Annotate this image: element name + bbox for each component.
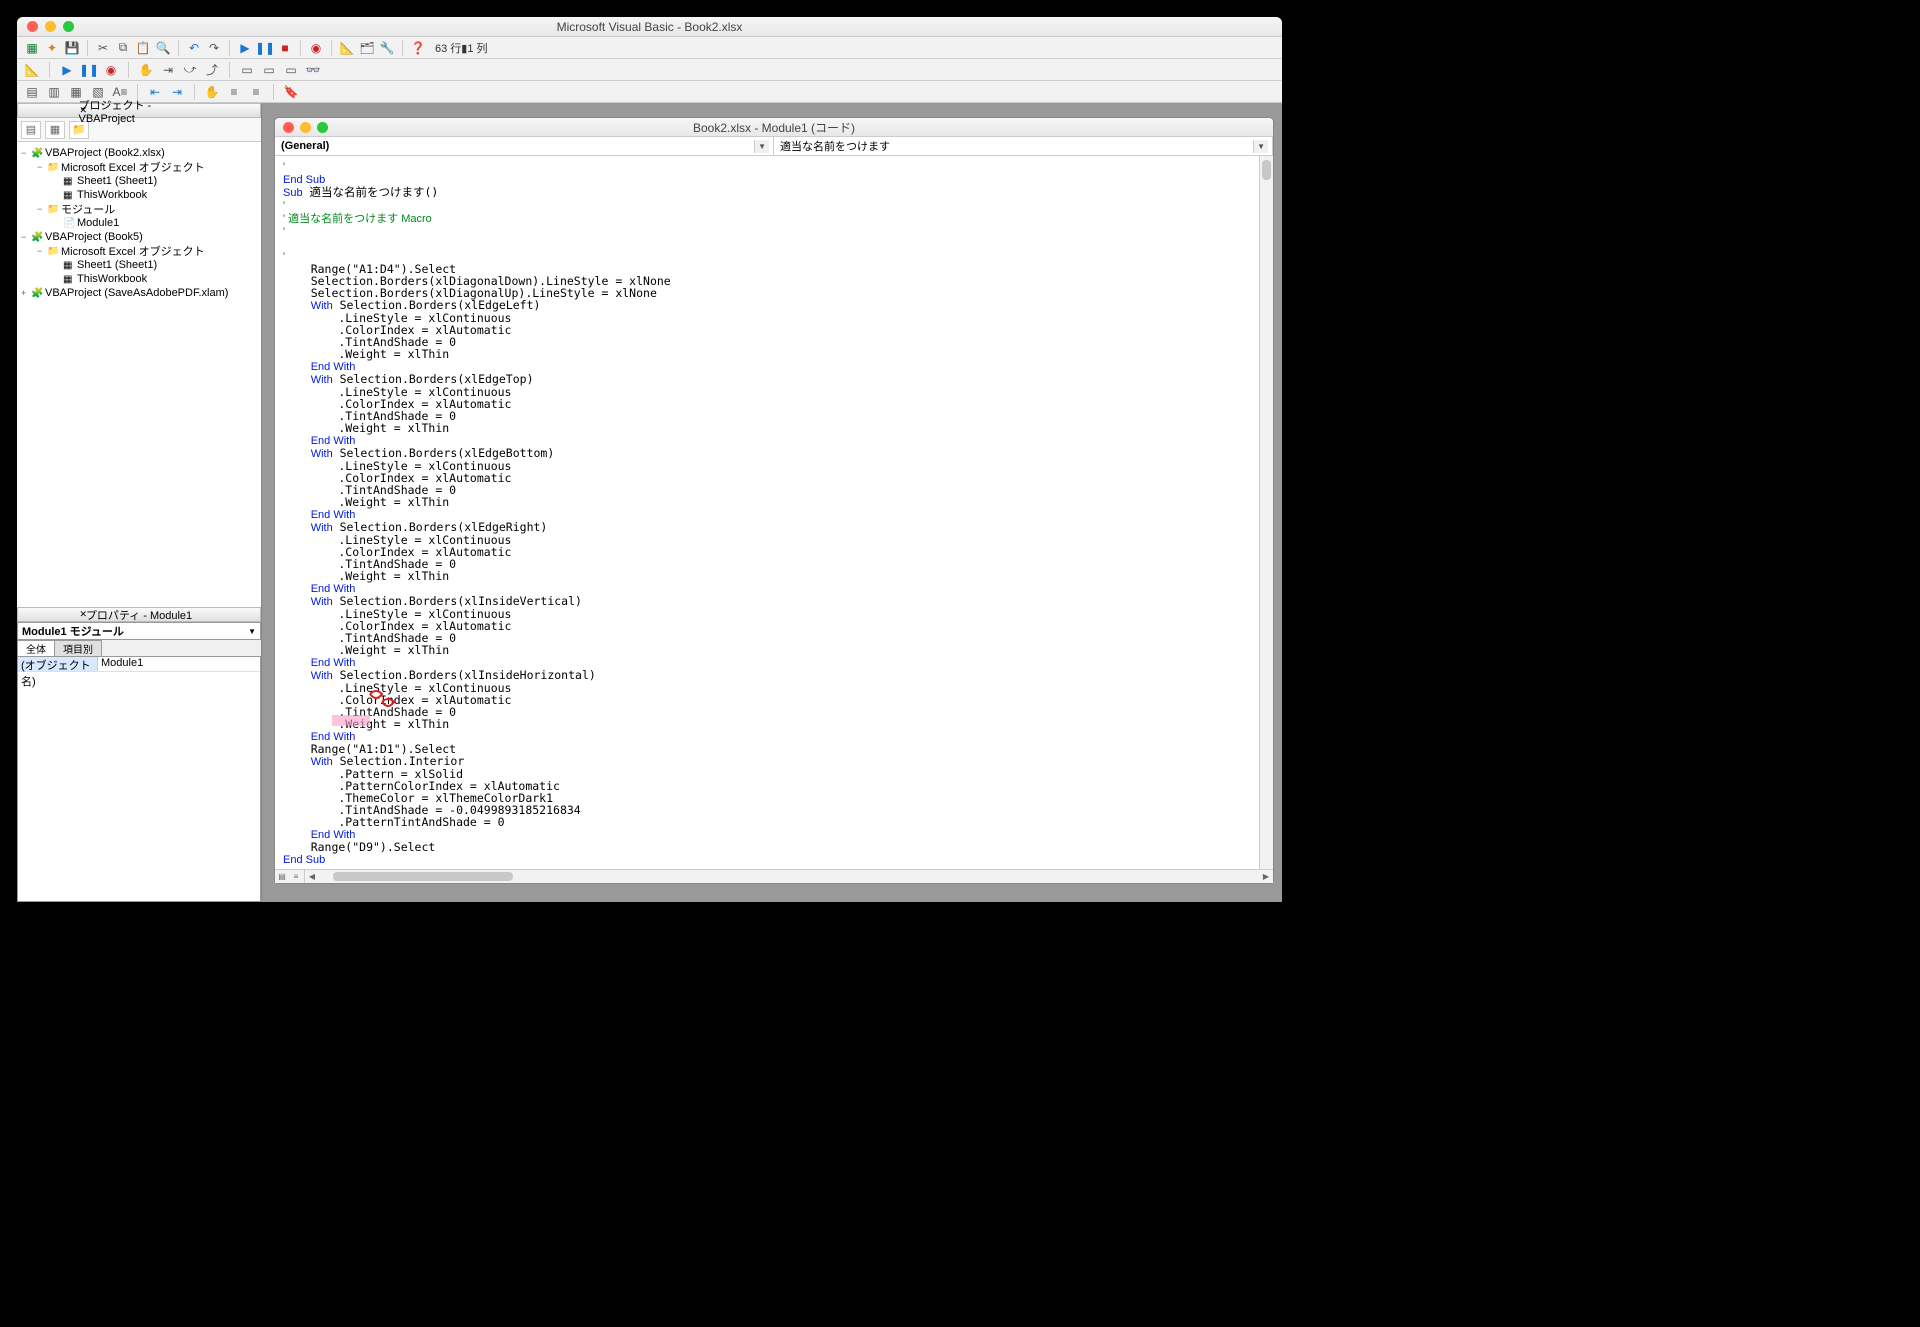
step-into-icon[interactable]: ⇥ [159, 61, 177, 79]
insert-module-icon[interactable]: ✦ [43, 39, 61, 57]
hand-icon[interactable]: ✋ [137, 61, 155, 79]
code-minimize-button[interactable] [300, 122, 311, 133]
object-dropdown[interactable]: (General) [275, 137, 774, 155]
project-pane-title: プロジェクト - VBAProject ✕ [17, 103, 261, 118]
code-close-button[interactable] [283, 122, 294, 133]
tree-item[interactable]: ▦Sheet1 (Sheet1) [19, 174, 259, 188]
main-toolbar: ▦ ✦ 💾 ✂ ⧉ 📋 🔍 ↶ ↷ ▶ ❚❚ ■ ◉ 📐 🗂 🔧 ❓ 63 行▮… [17, 37, 1282, 59]
minimize-button[interactable] [45, 21, 56, 32]
scribble-annotation [368, 690, 398, 708]
tree-item[interactable]: −📁Microsoft Excel オブジェクト [19, 244, 259, 258]
vbe-window: Microsoft Visual Basic - Book2.xlsx ▦ ✦ … [17, 17, 1282, 902]
properties-grid[interactable]: (オブジェクト名) Module1 [17, 656, 261, 902]
find-icon[interactable]: 🔍 [154, 39, 172, 57]
step-over-icon[interactable]: ⤻ [181, 61, 199, 79]
tree-item[interactable]: ▦ThisWorkbook [19, 272, 259, 286]
help-icon[interactable]: ❓ [409, 39, 427, 57]
tree-item[interactable]: 📄Module1 [19, 216, 259, 230]
close-button[interactable] [27, 21, 38, 32]
properties-pane-title: プロパティ - Module1 ✕ [17, 607, 261, 622]
tab-all[interactable]: 全体 [17, 640, 55, 656]
redo-icon[interactable]: ↷ [205, 39, 223, 57]
design-icon[interactable]: 📐 [23, 61, 41, 79]
titlebar: Microsoft Visual Basic - Book2.xlsx [17, 17, 1282, 37]
properties-pane-close-icon[interactable]: ✕ [80, 609, 199, 620]
breakpoint-icon[interactable]: ◉ [307, 39, 325, 57]
comment-icon[interactable]: ≡ [225, 83, 243, 101]
tree-item[interactable]: −🧩VBAProject (Book2.xlsx) [19, 146, 259, 160]
immediate-icon[interactable]: ▭ [260, 61, 278, 79]
code-zoom-button[interactable] [317, 122, 328, 133]
stop-icon-2[interactable]: ◉ [102, 61, 120, 79]
full-module-view-icon[interactable]: ≡ [289, 870, 303, 883]
paste-icon[interactable]: 📋 [134, 39, 152, 57]
run-icon[interactable]: ▶ [236, 39, 254, 57]
list-constants-icon[interactable]: ▥ [45, 83, 63, 101]
properties-object-dropdown[interactable]: Module1 モジュール [17, 622, 261, 640]
undo-icon[interactable]: ↶ [185, 39, 203, 57]
tab-by-item[interactable]: 項目別 [54, 640, 102, 656]
procedure-view-icon[interactable]: ▤ [275, 870, 289, 883]
toggle-breakpoint-icon[interactable]: ✋ [203, 83, 221, 101]
project-tree[interactable]: −🧩VBAProject (Book2.xlsx)−📁Microsoft Exc… [17, 142, 261, 607]
uncomment-icon[interactable]: ≡ [247, 83, 265, 101]
vertical-scrollbar[interactable] [1259, 156, 1273, 869]
cut-icon[interactable]: ✂ [94, 39, 112, 57]
save-icon[interactable]: 💾 [63, 39, 81, 57]
quickwatch-icon[interactable]: 👓 [304, 61, 322, 79]
code-editor[interactable]: ' End Sub Sub 適当な名前をつけます() ' ' 適当な名前をつけま… [275, 156, 1273, 883]
edit-toolbar: ▤ ▥ ▦ ▧ A≡ ⇤ ⇥ ✋ ≡ ≡ 🔖 [17, 81, 1282, 103]
window-title: Microsoft Visual Basic - Book2.xlsx [557, 20, 743, 34]
code-window-title: Book2.xlsx - Module1 (コード) [693, 119, 855, 136]
tree-item[interactable]: −🧩VBAProject (Book5) [19, 230, 259, 244]
project-explorer-icon[interactable]: 🗂 [358, 39, 376, 57]
tree-item[interactable]: ▦Sheet1 (Sheet1) [19, 258, 259, 272]
scroll-right-icon[interactable]: ▶ [1259, 870, 1273, 883]
stop-icon[interactable]: ■ [276, 39, 294, 57]
horizontal-scrollbar[interactable]: ▤ ≡ ◀ ▶ [275, 869, 1273, 883]
pause-icon-2[interactable]: ❚❚ [80, 61, 98, 79]
tree-item[interactable]: ▦ThisWorkbook [19, 188, 259, 202]
view-object-icon[interactable]: ▦ [45, 121, 65, 139]
excel-icon[interactable]: ▦ [23, 39, 41, 57]
design-mode-icon[interactable]: 📐 [338, 39, 356, 57]
code-window: Book2.xlsx - Module1 (コード) (General) 適当な… [274, 117, 1274, 884]
highlight-annotation [332, 715, 370, 726]
scroll-left-icon[interactable]: ◀ [305, 870, 319, 883]
step-out-icon[interactable]: ⤴ [203, 61, 221, 79]
zoom-button[interactable] [63, 21, 74, 32]
watch-icon[interactable]: ▭ [282, 61, 300, 79]
view-code-icon[interactable]: ▤ [21, 121, 41, 139]
project-pane-close-icon[interactable]: ✕ [80, 105, 199, 116]
procedure-dropdown[interactable]: 適当な名前をつけます [774, 137, 1273, 155]
run-icon-2[interactable]: ▶ [58, 61, 76, 79]
property-row: (オブジェクト名) Module1 [18, 657, 260, 672]
debug-toolbar: 📐 ▶ ❚❚ ◉ ✋ ⇥ ⤻ ⤴ ▭ ▭ ▭ 👓 [17, 59, 1282, 81]
pause-icon[interactable]: ❚❚ [256, 39, 274, 57]
copy-icon[interactable]: ⧉ [114, 39, 132, 57]
cursor-position: 63 行▮1 列 [435, 40, 488, 56]
tree-item[interactable]: −📁Microsoft Excel オブジェクト [19, 160, 259, 174]
locals-icon[interactable]: ▭ [238, 61, 256, 79]
tree-item[interactable]: −📁モジュール [19, 202, 259, 216]
bookmark-icon[interactable]: 🔖 [282, 83, 300, 101]
list-members-icon[interactable]: ▤ [23, 83, 41, 101]
tree-item[interactable]: +🧩VBAProject (SaveAsAdobePDF.xlam) [19, 286, 259, 300]
properties-window-icon[interactable]: 🔧 [378, 39, 396, 57]
